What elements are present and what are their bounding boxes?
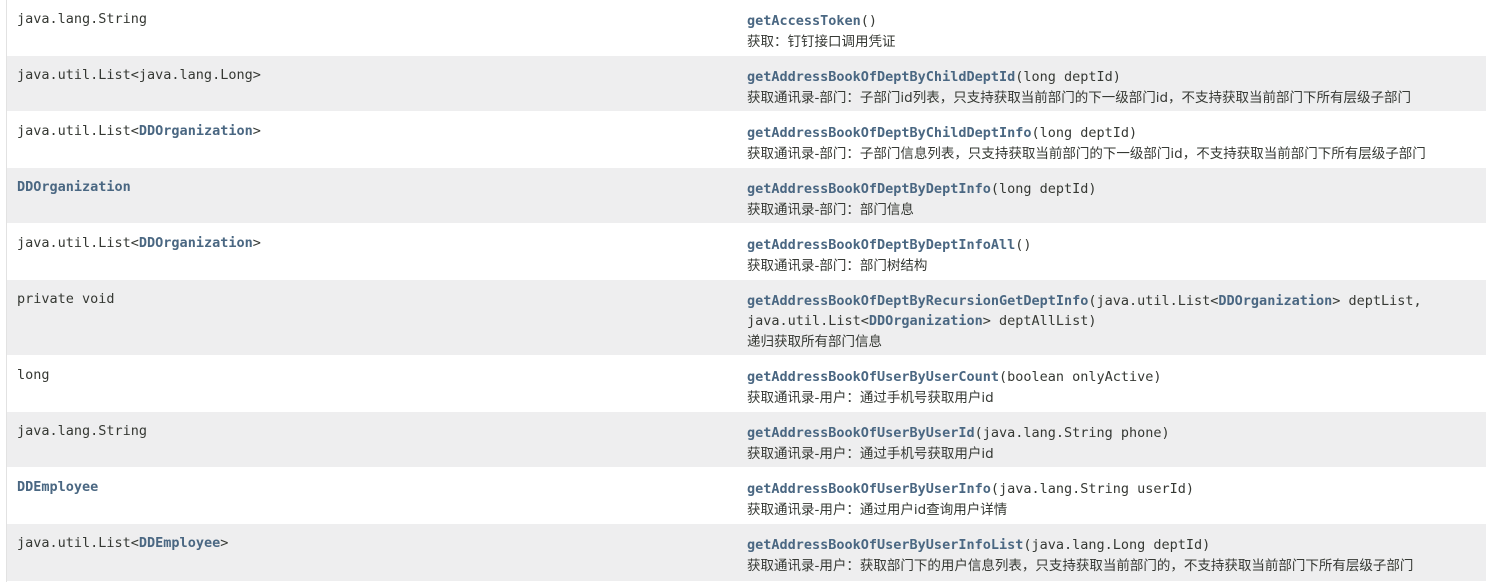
method-link[interactable]: getAddressBookOfUserByUserId bbox=[747, 425, 975, 441]
method-signature: getAddressBookOfUserByUserInfoList(java.… bbox=[747, 535, 1477, 555]
param-text: () bbox=[860, 13, 878, 29]
method-cell: getAddressBookOfUserByUserId(java.lang.S… bbox=[737, 412, 1486, 467]
param-text: > deptList, bbox=[1332, 293, 1422, 309]
method-cell: getAddressBookOfDeptByChildDeptId(long d… bbox=[737, 56, 1486, 111]
param-text: () bbox=[1015, 237, 1032, 253]
return-type-cell: java.util.List<DDOrganization> bbox=[7, 112, 737, 167]
method-description: 获取通讯录-用户：获取部门下的用户信息列表，只支持获取当前部门的，不支持获取当前… bbox=[747, 558, 1414, 574]
table-row: java.util.List<DDOrganization> getAddress… bbox=[7, 112, 1486, 168]
param-text: (java.util.List< bbox=[1088, 293, 1219, 309]
return-type-cell: java.lang.String bbox=[7, 0, 737, 55]
method-description: 获取通讯录-用户：通过手机号获取用户id bbox=[747, 390, 994, 406]
table-row: java.util.List<java.lang.Long> getAddress… bbox=[7, 56, 1486, 112]
type-link[interactable]: DDOrganization bbox=[139, 235, 253, 251]
method-cell: getAddressBookOfUserByUserInfoList(java.… bbox=[737, 524, 1486, 581]
type-text: java.util.List< bbox=[17, 535, 139, 551]
method-link[interactable]: getAddressBookOfDeptByRecursionGetDeptIn… bbox=[747, 293, 1088, 309]
method-signature: getAddressBookOfDeptByRecursionGetDeptIn… bbox=[747, 291, 1477, 331]
param-text: (java.lang.String phone) bbox=[974, 425, 1170, 441]
method-cell: getAddressBookOfDeptByRecursionGetDeptIn… bbox=[737, 280, 1486, 355]
table-row: java.lang.String getAccessToken() 获取：钉钉接口调… bbox=[7, 0, 1486, 56]
method-cell: getAddressBookOfDeptByChildDeptInfo(long… bbox=[737, 112, 1486, 167]
return-type-cell: java.util.List<java.lang.Long> bbox=[7, 56, 737, 111]
method-signature: getAddressBookOfDeptByDeptInfoAll() bbox=[747, 235, 1477, 255]
method-description: 递归获取所有部门信息 bbox=[747, 334, 882, 350]
method-link[interactable]: getAddressBookOfDeptByChildDeptInfo bbox=[747, 125, 1031, 141]
type-text: java.util.List< bbox=[17, 123, 139, 139]
type-link[interactable]: DDOrganization bbox=[17, 179, 131, 195]
method-signature: getAddressBookOfDeptByChildDeptInfo(long… bbox=[747, 123, 1477, 143]
method-description: 获取通讯录-部门：子部门id列表，只支持获取当前部门的下一级部门id，不支持获取… bbox=[747, 90, 1412, 106]
table-row: java.lang.String getAddressBookOfUserByUs… bbox=[7, 412, 1486, 468]
method-link[interactable]: getAddressBookOfDeptByDeptInfoAll bbox=[747, 237, 1015, 253]
method-description: 获取通讯录-部门：子部门信息列表，只支持获取当前部门的下一级部门id，不支持获取… bbox=[747, 146, 1426, 162]
method-signature: getAddressBookOfUserByUserId(java.lang.S… bbox=[747, 423, 1477, 443]
param-text: (long deptId) bbox=[1031, 125, 1138, 141]
param-text: (boolean onlyActive) bbox=[998, 369, 1162, 385]
method-description: 获取通讯录-用户：通过手机号获取用户id bbox=[747, 446, 994, 462]
type-link[interactable]: DDEmployee bbox=[17, 479, 98, 495]
type-text: java.lang.String bbox=[17, 11, 148, 27]
method-signature: getAddressBookOfUserByUserCount(boolean … bbox=[747, 367, 1477, 387]
return-type-cell: java.lang.String bbox=[7, 412, 737, 467]
table-row: DDEmployee getAddressBookOfUserByUserInfo… bbox=[7, 468, 1486, 524]
param-text: (java.lang.Long deptId) bbox=[1023, 537, 1211, 553]
type-text: > bbox=[252, 235, 261, 251]
return-type-cell: DDOrganization bbox=[7, 168, 737, 223]
type-text: java.util.List< bbox=[17, 235, 139, 251]
method-cell: getAccessToken() 获取：钉钉接口调用凭证 bbox=[737, 0, 1486, 55]
param-text: java.util.List< bbox=[747, 313, 869, 329]
param-text: > deptAllList) bbox=[982, 313, 1097, 329]
method-description: 获取：钉钉接口调用凭证 bbox=[747, 34, 896, 50]
method-description: 获取通讯录-用户：通过用户id查询用户详情 bbox=[747, 502, 1008, 518]
method-link[interactable]: getAddressBookOfUserByUserInfoList bbox=[747, 537, 1023, 553]
param-text: (java.lang.String userId) bbox=[990, 481, 1195, 497]
table-row: private void getAddressBookOfDeptByRecurs… bbox=[7, 280, 1486, 356]
param-text: (long deptId) bbox=[1015, 69, 1121, 85]
method-description: 获取通讯录-部门：部门树结构 bbox=[747, 258, 928, 274]
type-link[interactable]: DDOrganization bbox=[139, 123, 253, 139]
return-type-cell: long bbox=[7, 356, 737, 411]
method-link[interactable]: getAccessToken bbox=[747, 13, 861, 29]
table-row: long getAddressBookOfUserByUserCount(bool… bbox=[7, 356, 1486, 412]
method-link[interactable]: getAddressBookOfDeptByDeptInfo bbox=[747, 181, 991, 197]
type-text: java.lang.String bbox=[17, 423, 148, 439]
method-signature: getAddressBookOfUserByUserInfo(java.lang… bbox=[747, 479, 1477, 499]
param-type-link[interactable]: DDOrganization bbox=[869, 313, 983, 329]
table-row: DDOrganization getAddressBookOfDeptByDept… bbox=[7, 168, 1486, 224]
method-cell: getAddressBookOfDeptByDeptInfoAll() 获取通讯录… bbox=[737, 224, 1486, 279]
return-type-cell: private void bbox=[7, 280, 737, 355]
method-cell: getAddressBookOfDeptByDeptInfo(long dept… bbox=[737, 168, 1486, 223]
param-type-link[interactable]: DDOrganization bbox=[1218, 293, 1332, 309]
method-signature: getAddressBookOfDeptByChildDeptId(long d… bbox=[747, 67, 1477, 87]
table-row: java.util.List<DDEmployee> getAddressBook… bbox=[7, 524, 1486, 582]
method-link[interactable]: getAddressBookOfDeptByChildDeptId bbox=[747, 69, 1015, 85]
table-row: java.util.List<DDOrganization> getAddress… bbox=[7, 224, 1486, 280]
type-text: java.util.List<java.lang.Long> bbox=[17, 67, 261, 83]
method-link[interactable]: getAddressBookOfUserByUserInfo bbox=[747, 481, 991, 497]
method-description: 获取通讯录-部门：部门信息 bbox=[747, 202, 914, 218]
method-signature: getAccessToken() bbox=[747, 11, 1477, 31]
param-text: (long deptId) bbox=[990, 181, 1097, 197]
return-type-cell: java.util.List<DDEmployee> bbox=[7, 524, 737, 581]
method-link[interactable]: getAddressBookOfUserByUserCount bbox=[747, 369, 999, 385]
method-cell: getAddressBookOfUserByUserInfo(java.lang… bbox=[737, 468, 1486, 523]
type-text: long bbox=[17, 367, 50, 383]
method-signature: getAddressBookOfDeptByDeptInfo(long dept… bbox=[747, 179, 1477, 199]
return-type-cell: java.util.List<DDOrganization> bbox=[7, 224, 737, 279]
type-text: private void bbox=[17, 291, 115, 307]
type-text: > bbox=[252, 123, 261, 139]
method-summary-table: java.lang.String getAccessToken() 获取：钉钉接口调… bbox=[6, 0, 1486, 582]
type-text: > bbox=[220, 535, 229, 551]
type-link[interactable]: DDEmployee bbox=[139, 535, 220, 551]
method-cell: getAddressBookOfUserByUserCount(boolean … bbox=[737, 356, 1486, 411]
return-type-cell: DDEmployee bbox=[7, 468, 737, 523]
